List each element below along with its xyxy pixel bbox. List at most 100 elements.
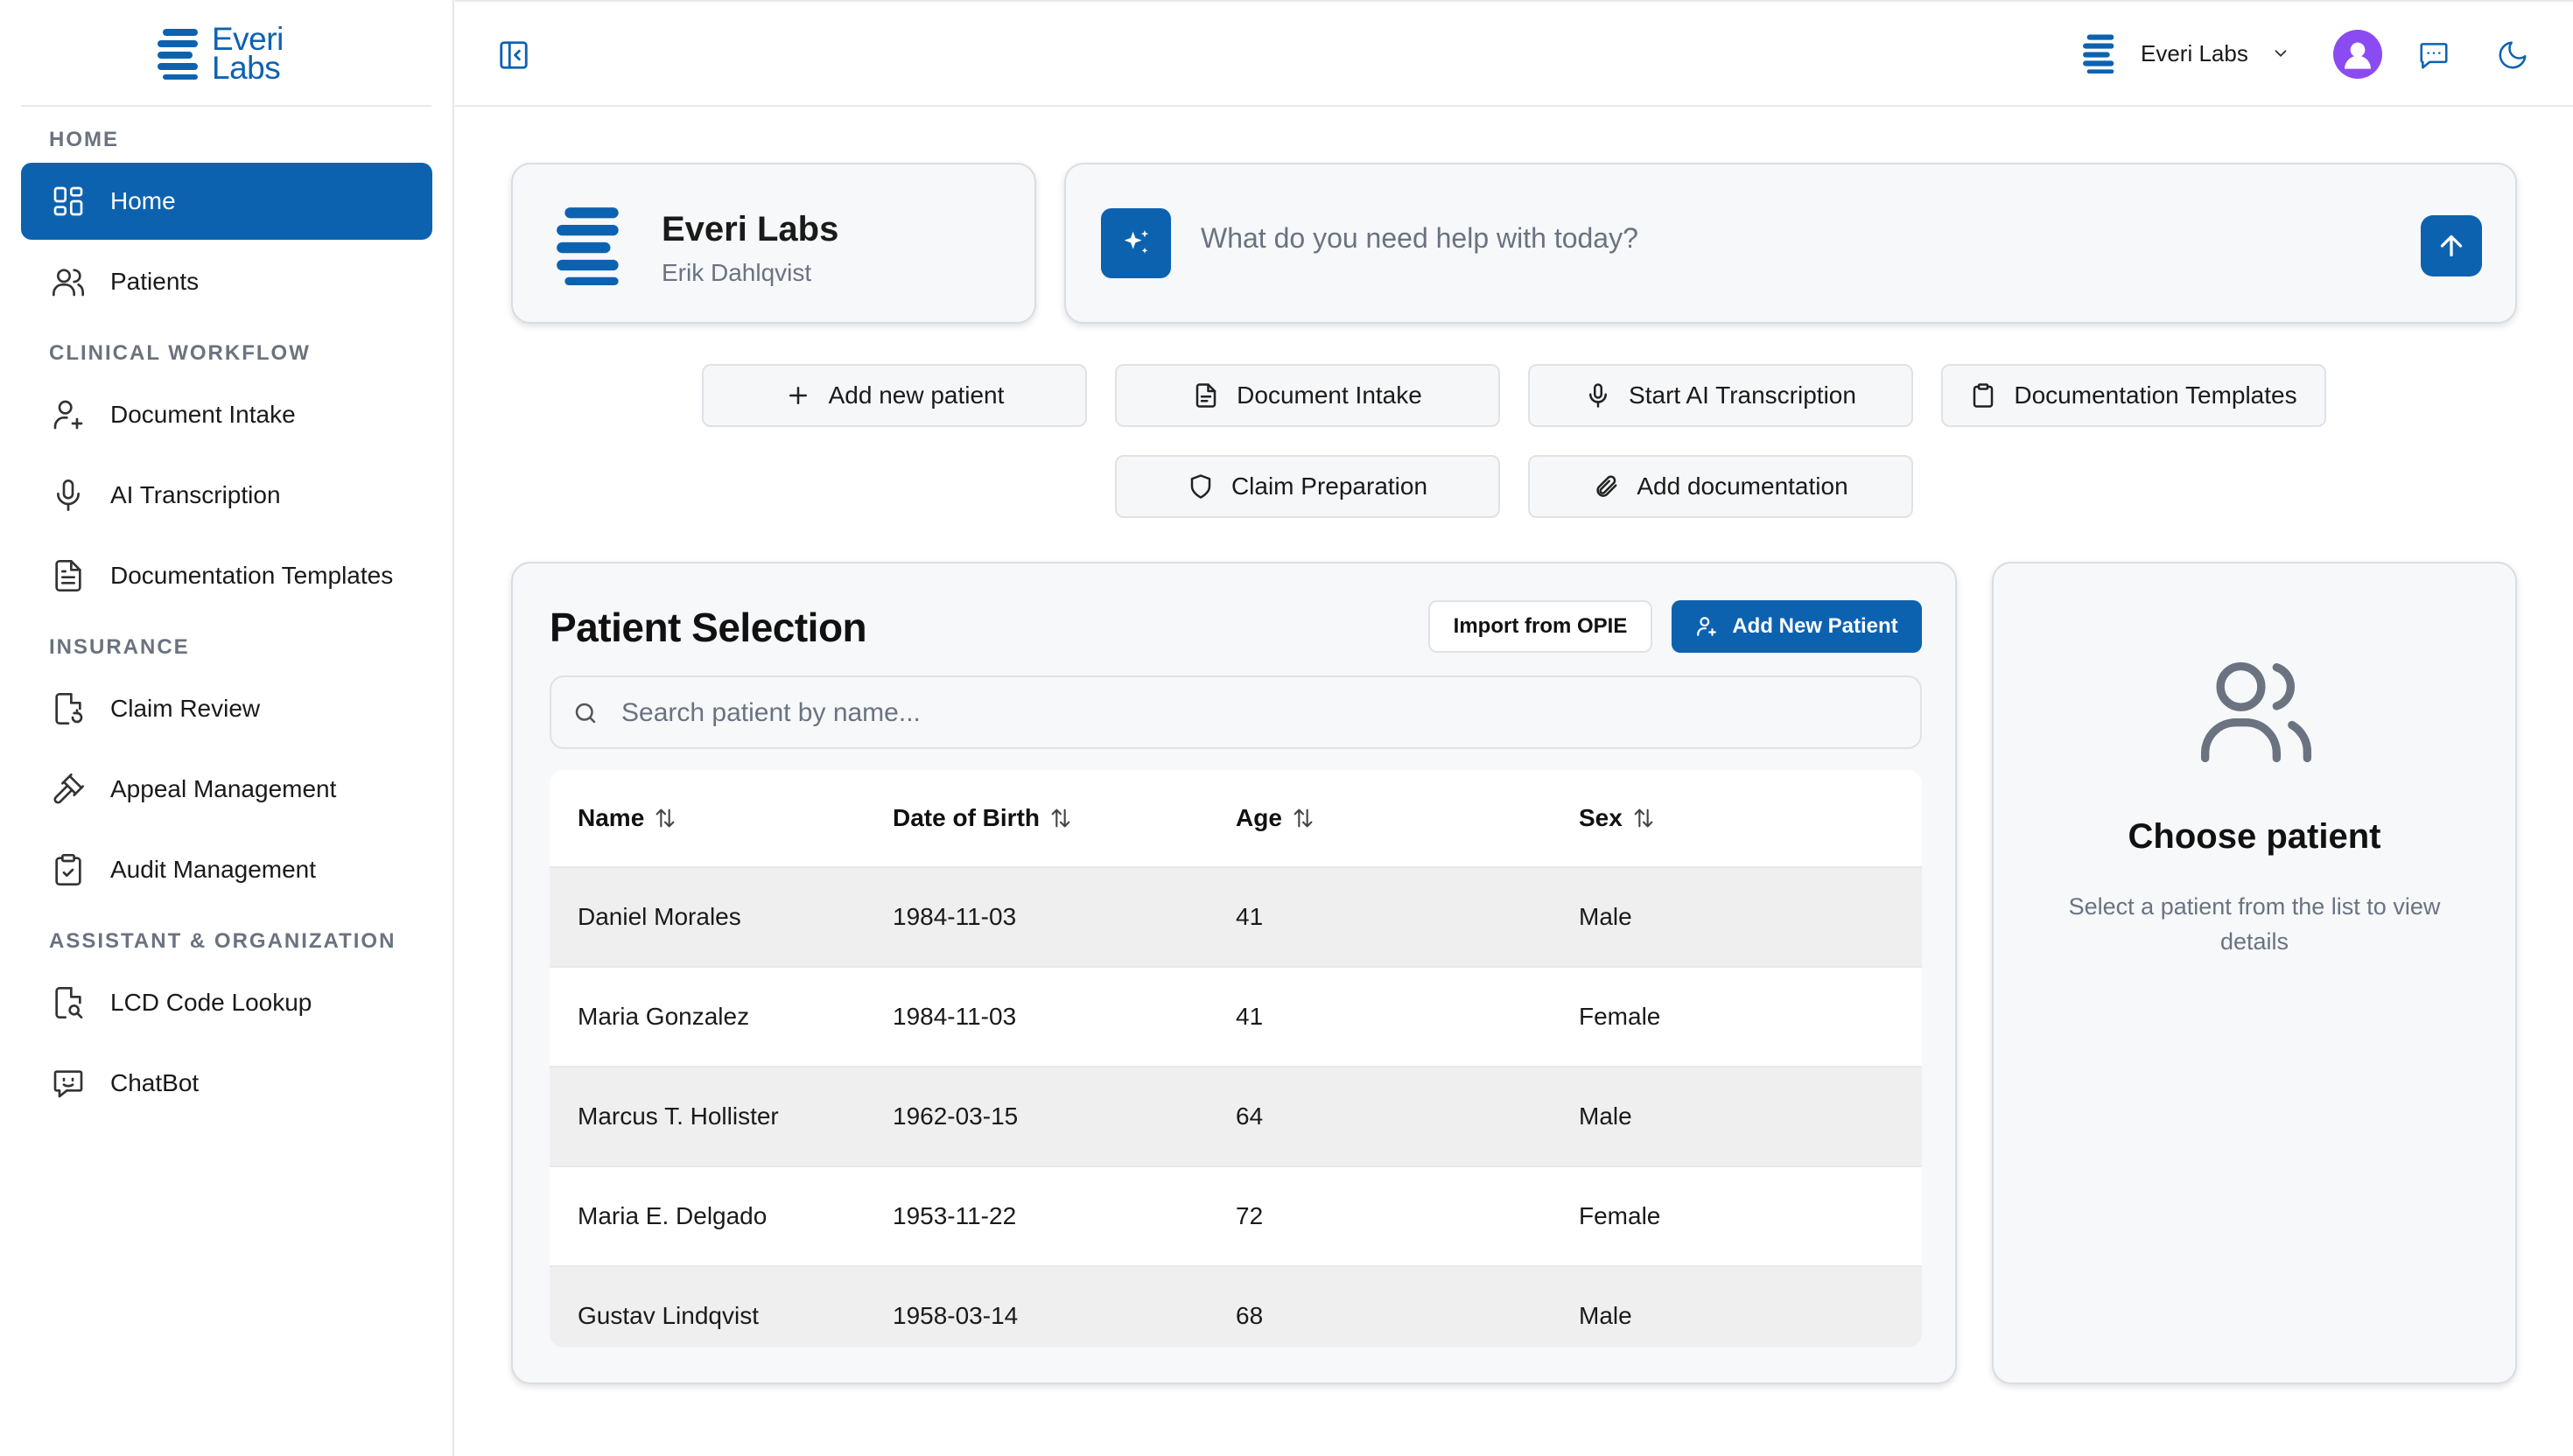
everi-logo-icon xyxy=(557,207,619,285)
column-header-name[interactable]: Name xyxy=(550,804,893,832)
patient-search-input[interactable] xyxy=(621,696,1882,730)
add-new-patient-primary-button[interactable]: Add New Patient xyxy=(1672,600,1922,653)
table-row[interactable]: Maria E. Delgado 1953-11-22 72 Female xyxy=(550,1167,1922,1267)
cell-date-of-birth: 1984-11-03 xyxy=(893,1003,1017,1030)
sidebar-item-ai-transcription[interactable]: AI Transcription xyxy=(21,457,432,534)
quick-action-label: Add documentation xyxy=(1637,472,1848,500)
gavel-icon xyxy=(53,774,84,804)
cell-date-of-birth: 1958-03-14 xyxy=(893,1302,1019,1329)
cell-age: 68 xyxy=(1236,1302,1264,1329)
documentation-templates-button[interactable]: Documentation Templates xyxy=(1941,364,2326,427)
sort-icon xyxy=(656,808,675,828)
document-intake-button[interactable]: Document Intake xyxy=(1115,364,1500,427)
everi-logo-icon xyxy=(2083,34,2114,74)
sidebar-item-label: ChatBot xyxy=(110,1069,200,1096)
sidebar-item-label: Patients xyxy=(110,268,200,295)
moon-icon[interactable] xyxy=(2496,38,2529,72)
sidebar-item-audit-management[interactable]: Audit Management xyxy=(21,831,432,908)
file-search-icon xyxy=(55,987,83,1018)
table-row[interactable]: Gustav Lindqvist 1958-03-14 68 Male xyxy=(550,1267,1922,1348)
clipboard-check-icon xyxy=(55,854,81,886)
quick-action-label: Claim Preparation xyxy=(1230,472,1428,500)
avatar[interactable] xyxy=(2333,30,2382,79)
quick-action-label: Start AI Transcription xyxy=(1629,382,1856,409)
cell-date-of-birth: 1953-11-22 xyxy=(893,1202,1017,1229)
cell-sex: Female xyxy=(1579,1202,1661,1229)
brand-logo[interactable]: Everi Labs xyxy=(158,23,284,86)
quick-action-label: Document Intake xyxy=(1237,382,1422,409)
cell-date-of-birth: 1984-11-03 xyxy=(893,903,1017,930)
quick-action-label: Documentation Templates xyxy=(2014,382,2297,409)
sidebar-item-claim-review[interactable]: Claim Review xyxy=(21,670,432,747)
users-icon xyxy=(53,269,84,297)
sidebar-item-appeal-management[interactable]: Appeal Management xyxy=(21,751,432,828)
sidebar-item-document-intake[interactable]: Document Intake xyxy=(21,376,432,453)
sidebar-item-chatbot[interactable]: ChatBot xyxy=(21,1045,432,1122)
add-documentation-button[interactable]: Add documentation xyxy=(1528,455,1913,518)
table-row[interactable]: Marcus T. Hollister 1962-03-15 64 Male xyxy=(550,1068,1922,1167)
sidebar-item-label: Appeal Management xyxy=(110,775,337,802)
user-avatar-icon xyxy=(2345,42,2371,69)
everi-logo-icon xyxy=(158,29,198,80)
import-from-opie-button[interactable]: Import from OPIE xyxy=(1428,600,1652,653)
arrow-up-icon xyxy=(2440,234,2463,257)
sort-icon xyxy=(1634,808,1653,828)
sidebar-item-label: LCD Code Lookup xyxy=(110,989,312,1016)
column-header-sex[interactable]: Sex xyxy=(1579,804,1922,832)
send-prompt-button[interactable] xyxy=(2421,215,2482,276)
column-header-label: Name xyxy=(578,804,645,831)
chevron-down-icon xyxy=(2275,50,2287,58)
cell-name: Daniel Morales xyxy=(578,903,741,930)
section-title-insurance: INSURANCE xyxy=(49,635,190,659)
cell-date-of-birth: 1962-03-15 xyxy=(893,1102,1019,1130)
column-header-age[interactable]: Age xyxy=(1236,804,1579,832)
start-ai-transcription-button[interactable]: Start AI Transcription xyxy=(1528,364,1913,427)
user-plus-icon xyxy=(53,400,83,430)
quick-action-label: Add new patient xyxy=(828,382,1005,409)
section-title-home: HOME xyxy=(49,128,119,151)
table-row[interactable]: Maria Gonzalez 1984-11-03 41 Female xyxy=(550,968,1922,1068)
microphone-icon xyxy=(1589,383,1608,408)
sidebar-item-home[interactable]: Home xyxy=(21,163,432,240)
paperclip-icon xyxy=(1596,475,1617,497)
ai-prompt-card xyxy=(1064,163,2517,324)
sidebar-item-label: Home xyxy=(110,187,176,214)
clipboard-icon xyxy=(1974,383,1994,408)
cell-sex: Male xyxy=(1579,1102,1632,1130)
cell-age: 72 xyxy=(1236,1202,1264,1229)
column-header-label: Sex xyxy=(1579,804,1623,831)
cell-sex: Female xyxy=(1579,1003,1661,1030)
add-new-patient-label: Add New Patient xyxy=(1732,614,1898,638)
patient-selection-panel: Patient Selection Import from OPIE Add N… xyxy=(511,562,1957,1384)
brand-name: Everi Labs xyxy=(212,23,284,86)
sidebar-item-label: Documentation Templates xyxy=(110,562,394,589)
cell-name: Maria Gonzalez xyxy=(578,1003,750,1030)
column-header-label: Date of Birth xyxy=(893,804,1040,831)
organization-name: Everi Labs xyxy=(662,210,839,248)
section-title-assistant: ASSISTANT & ORGANIZATION xyxy=(49,929,396,953)
ai-prompt-input[interactable] xyxy=(1201,222,2338,255)
sidebar-divider xyxy=(21,105,431,107)
sidebar-item-documentation-templates[interactable]: Documentation Templates xyxy=(21,537,432,614)
add-new-patient-button[interactable]: Add new patient xyxy=(702,364,1087,427)
column-header-date-of-birth[interactable]: Date of Birth xyxy=(893,804,1236,832)
brand-line-2: Labs xyxy=(212,50,281,86)
sidebar-item-lcd-code-lookup[interactable]: LCD Code Lookup xyxy=(21,964,432,1041)
message-icon[interactable] xyxy=(2417,38,2450,72)
user-plus-icon xyxy=(1697,617,1717,636)
claim-preparation-button[interactable]: Claim Preparation xyxy=(1115,455,1500,518)
org-switcher[interactable]: Everi Labs xyxy=(2083,33,2290,74)
file-text-icon xyxy=(55,560,81,592)
document-icon xyxy=(1195,383,1216,408)
sidebar-toggle-icon[interactable] xyxy=(497,38,530,72)
choose-patient-title: Choose patient xyxy=(2128,817,2381,856)
sidebar-item-patients[interactable]: Patients xyxy=(21,243,432,320)
file-refresh-icon xyxy=(55,693,83,724)
microphone-icon xyxy=(57,480,80,511)
cell-name: Gustav Lindqvist xyxy=(578,1302,759,1329)
sort-icon xyxy=(1294,808,1313,828)
grid-icon xyxy=(53,186,83,216)
cell-sex: Male xyxy=(1579,903,1632,930)
sidebar: Everi Labs HOME Home Patients CLINICAL W… xyxy=(0,0,454,1456)
table-row[interactable]: Daniel Morales 1984-11-03 41 Male xyxy=(550,868,1922,968)
